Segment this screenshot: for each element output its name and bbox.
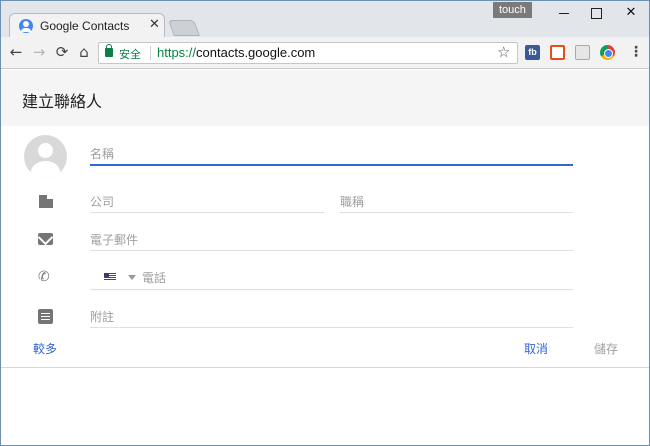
url-scheme: https:// — [157, 45, 197, 60]
dialog-title: 建立聯絡人 — [22, 92, 103, 111]
us-flag-icon[interactable] — [104, 273, 116, 281]
omnibox-divider — [150, 46, 151, 60]
save-button[interactable]: 儲存 — [594, 340, 618, 357]
home-icon[interactable]: ⌂ — [75, 43, 93, 61]
browser-window: Google Contacts ✕ touch ✕ ← → ⟳ ⌂ 安全 htt… — [0, 0, 650, 446]
extension-icon[interactable] — [575, 45, 590, 60]
secure-label[interactable]: 安全 — [119, 46, 141, 62]
contacts-favicon-icon — [19, 19, 33, 33]
url-text[interactable]: https://contacts.google.com — [157, 45, 315, 60]
email-field[interactable] — [90, 229, 573, 251]
company-field[interactable] — [90, 191, 324, 213]
touch-badge: touch — [493, 2, 532, 18]
tab-google-contacts[interactable]: Google Contacts ✕ — [9, 13, 165, 38]
cancel-button[interactable]: 取消 — [524, 340, 548, 357]
facebook-extension-icon[interactable]: fb — [525, 45, 540, 60]
back-arrow-icon[interactable]: ← — [7, 43, 25, 61]
notes-field[interactable] — [90, 306, 573, 328]
mail-icon — [38, 233, 53, 245]
dialog-header: 建立聯絡人 — [1, 70, 649, 126]
lock-icon[interactable] — [105, 44, 113, 57]
browser-toolbar: ← → ⟳ ⌂ 安全 https://contacts.google.com ☆… — [1, 37, 649, 69]
forward-arrow-icon[interactable]: → — [30, 43, 48, 61]
bookmark-star-icon[interactable]: ☆ — [497, 43, 510, 61]
phone-icon: ✆ — [38, 269, 50, 285]
window-close-button[interactable]: ✕ — [621, 5, 641, 21]
browser-menu-icon[interactable]: ⋮ — [629, 44, 643, 60]
tab-close-icon[interactable]: ✕ — [149, 17, 160, 32]
phone-field[interactable] — [142, 267, 562, 289]
maximize-button[interactable] — [586, 5, 606, 21]
phone-row — [90, 267, 573, 290]
tab-title: Google Contacts — [40, 19, 130, 33]
chrome-extension-icon[interactable] — [600, 45, 615, 60]
avatar[interactable] — [24, 135, 67, 178]
job-title-field[interactable] — [340, 191, 573, 213]
address-bar[interactable]: 安全 https://contacts.google.com ☆ — [98, 42, 518, 64]
country-dropdown-caret-icon[interactable] — [128, 275, 136, 280]
notes-icon — [38, 309, 53, 324]
more-button[interactable]: 較多 — [33, 340, 57, 357]
reload-icon[interactable]: ⟳ — [53, 43, 71, 61]
tab-strip: Google Contacts ✕ touch ✕ — [1, 1, 649, 38]
name-field[interactable] — [90, 144, 573, 166]
url-host: contacts.google.com — [196, 45, 316, 60]
new-tab-button[interactable] — [168, 20, 200, 36]
office-extension-icon[interactable] — [550, 45, 565, 60]
minimize-button[interactable] — [554, 5, 574, 21]
create-contact-form: ✆ 較多 取消 儲存 — [1, 126, 649, 368]
building-icon — [38, 194, 53, 209]
